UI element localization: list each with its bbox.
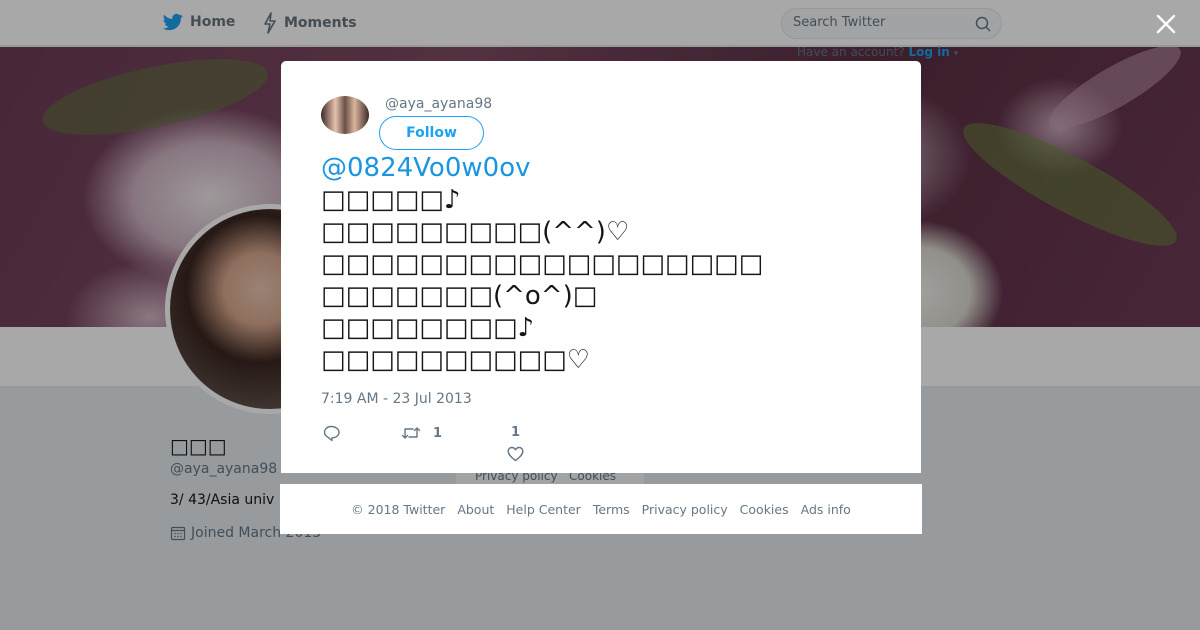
reply-icon xyxy=(323,425,340,442)
close-icon[interactable] xyxy=(1152,10,1180,38)
footer-link-ads-info[interactable]: Ads info xyxy=(801,502,851,517)
footer-link-privacy-policy[interactable]: Privacy policy xyxy=(642,502,728,517)
like-button[interactable]: 1 xyxy=(507,425,524,462)
tweet-line: □□□□□□□(^o^)□ xyxy=(321,281,598,311)
tweet-text: @0824Vo0w0ov □□□□□♪ □□□□□□□□□(^^)♡ □□□□□… xyxy=(321,152,881,376)
reply-button[interactable] xyxy=(323,425,341,442)
tweet-line: □□□□□♪ xyxy=(321,185,461,215)
tweet-line: □□□□□□□□□□□□□□□□□□ xyxy=(321,249,764,279)
footer-link-terms[interactable]: Terms xyxy=(593,502,630,517)
like-count: 1 xyxy=(510,425,521,440)
tweet-author-avatar[interactable] xyxy=(321,96,369,134)
footer-link-about[interactable]: About xyxy=(457,502,494,517)
heart-icon xyxy=(507,446,524,462)
tweet-modal: @aya_ayana98 Follow @0824Vo0w0ov □□□□□♪ … xyxy=(281,61,921,473)
follow-button[interactable]: Follow xyxy=(379,116,484,150)
footer-copyright: © 2018 Twitter xyxy=(351,501,446,517)
retweet-count: 1 xyxy=(433,425,443,441)
modal-footer: © 2018 Twitter About Help Center Terms P… xyxy=(280,484,922,534)
retweet-button[interactable]: 1 xyxy=(401,425,442,441)
tweet-line: □□□□□□□□□(^^)♡ xyxy=(321,217,630,247)
retweet-icon xyxy=(401,427,421,439)
footer-link-help-center[interactable]: Help Center xyxy=(506,502,581,517)
tweet-timestamp[interactable]: 7:19 AM - 23 Jul 2013 xyxy=(321,391,472,407)
tweet-line: □□□□□□□□□□♡ xyxy=(321,345,590,375)
footer-link-cookies[interactable]: Cookies xyxy=(740,502,789,517)
tweet-line: □□□□□□□□♪ xyxy=(321,313,535,343)
tweet-actions: 1 1 xyxy=(321,425,881,465)
tweet-author-handle[interactable]: @aya_ayana98 xyxy=(385,96,492,112)
tweet-mention-link[interactable]: @0824Vo0w0ov xyxy=(321,153,531,183)
